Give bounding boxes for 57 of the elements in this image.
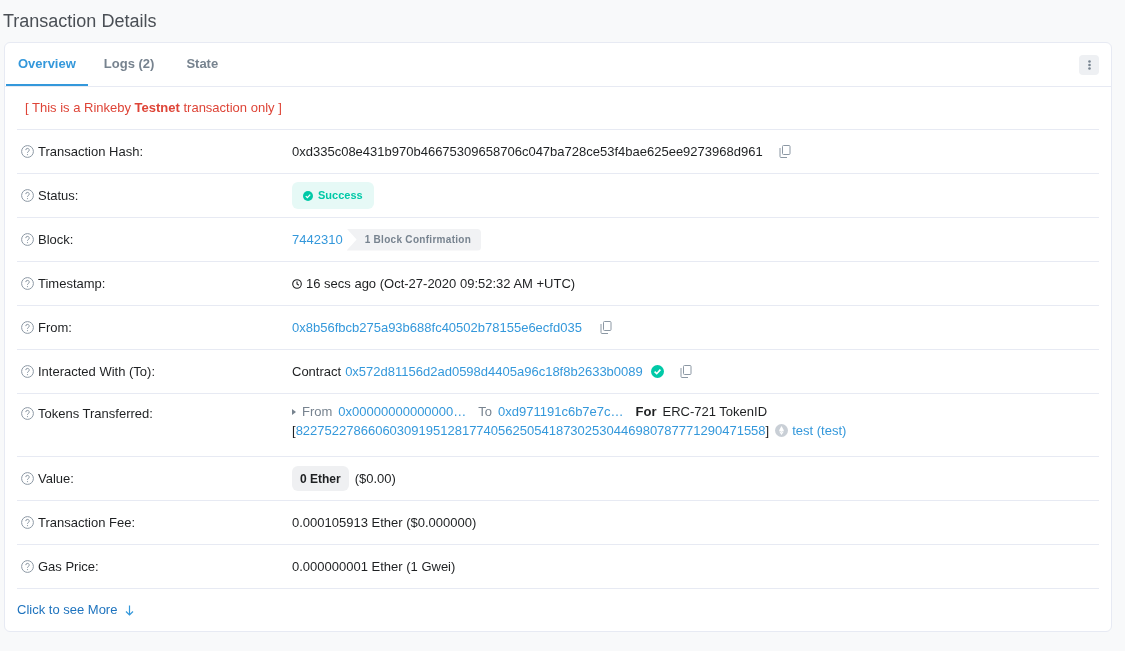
tab[interactable]: Logs (2)	[87, 43, 171, 86]
bracket-text: ]	[765, 423, 770, 438]
timestamp-text: 16 secs ago (Oct-27-2020 09:52:32 AM +UTC)	[306, 274, 576, 293]
usd-value: ($0.00)	[354, 469, 396, 488]
arrow-down-icon	[125, 604, 135, 616]
copy-button[interactable]	[778, 145, 791, 158]
more-options-button[interactable]	[1079, 54, 1099, 75]
field-value: 0.000105913 Ether ($0.000000)	[292, 513, 477, 532]
address-link[interactable]: 0xd971191c6b7e7c…	[498, 404, 624, 419]
tab[interactable]: State	[170, 43, 235, 86]
transaction-hash: 0xd335c08e431b970b46675309658706c047ba728ce53f4bae625ee9273968d961	[292, 142, 763, 161]
help-icon	[21, 145, 34, 158]
block-link[interactable]: 7442310	[292, 229, 343, 250]
ether-amount-badge: 0 Ether	[292, 466, 349, 491]
tab[interactable]: Overview	[6, 43, 88, 86]
for-label: For	[635, 404, 657, 419]
help-icon	[21, 321, 34, 334]
field-label: Value:	[38, 469, 74, 488]
bracket-text: [	[292, 423, 296, 438]
field-label: Status:	[38, 186, 79, 205]
token-type: ERC-721 TokenID	[662, 404, 768, 419]
check-circle-icon	[303, 190, 313, 201]
ethereum-logo-icon	[775, 424, 789, 437]
field-label: Interacted With (To):	[38, 362, 156, 381]
to-label: To	[478, 404, 493, 419]
caret-right-icon	[292, 408, 296, 415]
field-label: Transaction Fee:	[38, 513, 136, 532]
contract-label: Contract	[292, 362, 342, 381]
help-icon	[21, 233, 34, 246]
page-title: Transaction Details	[3, 9, 158, 33]
help-icon	[21, 365, 34, 378]
help-icon	[21, 516, 34, 529]
help-icon	[21, 277, 34, 290]
confirmation-badge: 1 Block Confirmation	[346, 228, 482, 251]
copy-button[interactable]	[599, 321, 612, 334]
token-name-link[interactable]: test (test)	[792, 423, 847, 438]
address-link[interactable]: 0x8b56fbcb275a93b688fc40502b78155e6ecfd035	[292, 317, 582, 338]
field-label: Gas Price:	[38, 557, 99, 576]
field-label: Tokens Transferred:	[38, 405, 153, 423]
field-label: Transaction Hash:	[38, 142, 143, 161]
help-icon	[21, 189, 34, 202]
copy-button[interactable]	[679, 365, 692, 378]
help-icon	[21, 407, 34, 421]
testnet-notice: [ This is a Rinkeby Testnet transaction only ]	[25, 99, 282, 118]
field-label: Timestamp:	[38, 274, 106, 293]
help-icon	[21, 560, 34, 573]
field-label: From:	[38, 318, 72, 337]
vertical-dots-icon	[1087, 59, 1091, 70]
help-icon	[21, 472, 34, 485]
contract-link[interactable]: 0x572d81156d2ad0598d4405a96c18f8b2633b0089	[345, 361, 643, 382]
field-value: 0.000000001 Ether (1 Gwei)	[292, 557, 456, 576]
address-link[interactable]: 0x00000000000000…	[338, 404, 467, 419]
clock-icon	[292, 278, 302, 289]
field-label: Block:	[38, 230, 74, 249]
see-more-link[interactable]: Click to see More	[17, 600, 135, 620]
from-label: From	[302, 404, 333, 419]
status-badge: Success	[292, 182, 374, 209]
